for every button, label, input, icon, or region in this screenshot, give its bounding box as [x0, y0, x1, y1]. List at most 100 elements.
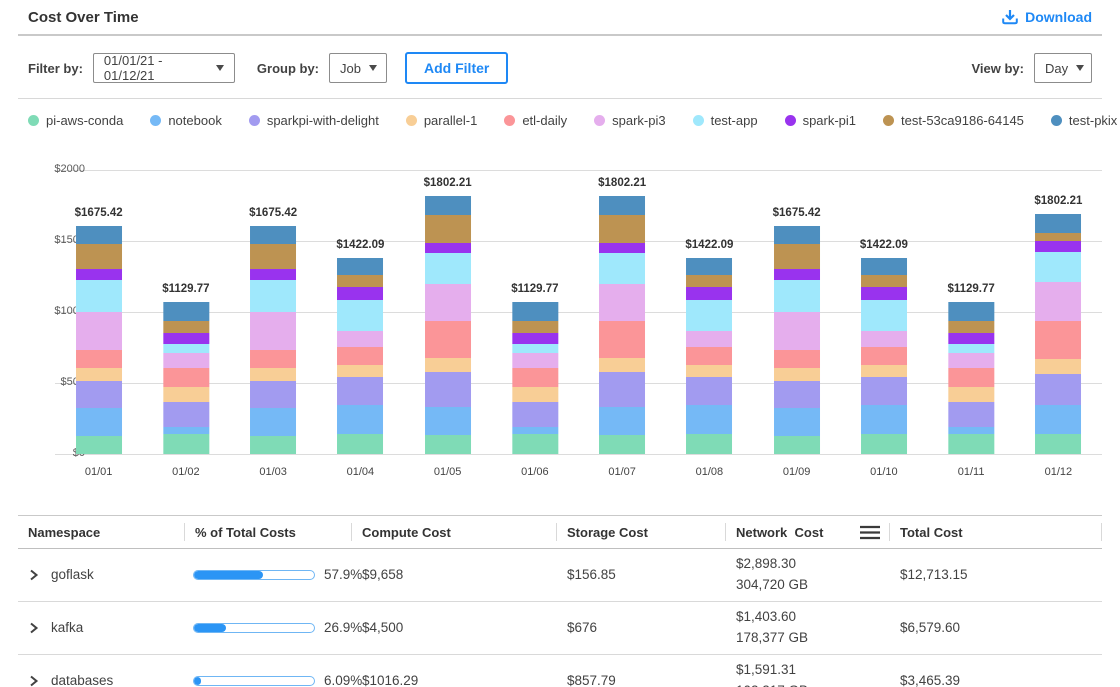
legend-item-notebook[interactable]: notebook	[150, 113, 222, 128]
bar-segment-test-pkix[interactable]	[948, 302, 994, 321]
chevron-right-icon[interactable]	[28, 622, 39, 634]
bar-segment-parallel-1[interactable]	[163, 387, 209, 402]
bar-segment-pi-aws-conda[interactable]	[250, 436, 296, 454]
bar-segment-spark-pi3[interactable]	[76, 312, 122, 350]
bar-segment-spark-pi1[interactable]	[76, 269, 122, 280]
bar-segment-notebook[interactable]	[512, 427, 558, 434]
bar-segment-test-app[interactable]	[599, 253, 645, 284]
legend-item-parallel-1[interactable]: parallel-1	[406, 113, 477, 128]
bar-segment-notebook[interactable]	[686, 405, 732, 434]
download-button[interactable]: Download	[1002, 9, 1092, 25]
bar-segment-parallel-1[interactable]	[948, 387, 994, 402]
bar-segment-parallel-1[interactable]	[599, 358, 645, 371]
chevron-right-icon[interactable]	[28, 675, 39, 687]
bar-segment-pi-aws-conda[interactable]	[163, 434, 209, 454]
legend-item-test-app[interactable]: test-app	[693, 113, 758, 128]
bar-segment-test-app[interactable]	[337, 300, 383, 331]
bar-segment-test-app[interactable]	[686, 300, 732, 331]
bar-segment-test-app[interactable]	[1035, 252, 1081, 282]
bar-segment-parallel-1[interactable]	[76, 368, 122, 380]
bar-segment-test-pkix[interactable]	[861, 258, 907, 275]
bar-segment-test-53ca9186-64145[interactable]	[512, 321, 558, 333]
bar-segment-spark-pi3[interactable]	[250, 312, 296, 350]
bar-segment-notebook[interactable]	[599, 407, 645, 435]
bar-segment-etl-daily[interactable]	[163, 368, 209, 388]
bar-segment-sparkpi-with-delight[interactable]	[512, 402, 558, 426]
bar-segment-spark-pi1[interactable]	[425, 243, 471, 253]
bar-segment-spark-pi1[interactable]	[1035, 241, 1081, 252]
bar-segment-spark-pi1[interactable]	[686, 287, 732, 299]
bar-segment-notebook[interactable]	[337, 405, 383, 434]
bar-segment-test-pkix[interactable]	[250, 226, 296, 244]
bar-segment-parallel-1[interactable]	[512, 387, 558, 402]
column-header-storage-cost[interactable]: Storage Cost	[557, 516, 726, 548]
legend-item-pi-aws-conda[interactable]: pi-aws-conda	[28, 113, 123, 128]
bar-segment-test-app[interactable]	[948, 344, 994, 353]
add-filter-button[interactable]: Add Filter	[405, 52, 508, 84]
bar-segment-spark-pi1[interactable]	[861, 287, 907, 299]
bar-segment-pi-aws-conda[interactable]	[1035, 434, 1081, 454]
bar-segment-spark-pi3[interactable]	[861, 331, 907, 347]
legend-item-test-53ca9186-64145[interactable]: test-53ca9186-64145	[883, 113, 1024, 128]
bar-segment-sparkpi-with-delight[interactable]	[774, 381, 820, 409]
bar-segment-etl-daily[interactable]	[599, 321, 645, 358]
bar-segment-spark-pi3[interactable]	[512, 353, 558, 368]
bar-segment-pi-aws-conda[interactable]	[512, 434, 558, 454]
bar-segment-sparkpi-with-delight[interactable]	[861, 377, 907, 405]
chevron-right-icon[interactable]	[28, 569, 39, 581]
bar-segment-test-app[interactable]	[512, 344, 558, 353]
bar-segment-sparkpi-with-delight[interactable]	[948, 402, 994, 426]
bar-segment-parallel-1[interactable]	[861, 365, 907, 377]
bar-segment-spark-pi3[interactable]	[163, 353, 209, 368]
bar-segment-parallel-1[interactable]	[1035, 359, 1081, 375]
bar-segment-parallel-1[interactable]	[425, 358, 471, 371]
column-header-compute-cost[interactable]: Compute Cost	[352, 516, 557, 548]
bar-segment-test-app[interactable]	[76, 280, 122, 312]
column-header-total-cost[interactable]: Total Cost	[890, 516, 1102, 548]
bar-segment-test-pkix[interactable]	[163, 302, 209, 321]
bar-segment-test-pkix[interactable]	[76, 226, 122, 244]
legend-item-test-pkix[interactable]: test-pkix	[1051, 113, 1117, 128]
bar-segment-test-53ca9186-64145[interactable]	[1035, 233, 1081, 241]
bar-segment-parallel-1[interactable]	[337, 365, 383, 377]
bar-segment-notebook[interactable]	[1035, 405, 1081, 433]
bar-segment-pi-aws-conda[interactable]	[861, 434, 907, 454]
bar-segment-etl-daily[interactable]	[250, 350, 296, 368]
bar-segment-test-app[interactable]	[425, 253, 471, 284]
bar-segment-pi-aws-conda[interactable]	[599, 435, 645, 454]
legend-item-spark-pi1[interactable]: spark-pi1	[785, 113, 856, 128]
bar-segment-test-53ca9186-64145[interactable]	[250, 244, 296, 269]
bar-segment-etl-daily[interactable]	[512, 368, 558, 388]
bar-segment-spark-pi1[interactable]	[250, 269, 296, 280]
bar-segment-notebook[interactable]	[163, 427, 209, 434]
bar-segment-test-pkix[interactable]	[774, 226, 820, 244]
bar-segment-spark-pi3[interactable]	[774, 312, 820, 350]
bar-segment-test-app[interactable]	[861, 300, 907, 331]
bar-segment-test-pkix[interactable]	[425, 196, 471, 215]
bar-segment-test-pkix[interactable]	[512, 302, 558, 321]
legend-item-spark-pi3[interactable]: spark-pi3	[594, 113, 665, 128]
bar-segment-spark-pi3[interactable]	[337, 331, 383, 347]
bar-segment-notebook[interactable]	[76, 408, 122, 436]
bar-segment-test-app[interactable]	[163, 344, 209, 353]
bar-segment-spark-pi3[interactable]	[425, 284, 471, 322]
bar-segment-sparkpi-with-delight[interactable]	[686, 377, 732, 405]
bar-segment-etl-daily[interactable]	[861, 347, 907, 365]
bar-segment-parallel-1[interactable]	[686, 365, 732, 377]
bar-segment-spark-pi1[interactable]	[337, 287, 383, 299]
bar-segment-sparkpi-with-delight[interactable]	[1035, 374, 1081, 405]
bar-segment-etl-daily[interactable]	[686, 347, 732, 365]
bar-segment-spark-pi3[interactable]	[599, 284, 645, 322]
bar-segment-etl-daily[interactable]	[1035, 321, 1081, 359]
bar-segment-pi-aws-conda[interactable]	[337, 434, 383, 454]
bar-segment-etl-daily[interactable]	[774, 350, 820, 368]
bar-segment-pi-aws-conda[interactable]	[76, 436, 122, 454]
bar-segment-etl-daily[interactable]	[425, 321, 471, 358]
bar-segment-pi-aws-conda[interactable]	[686, 434, 732, 454]
bar-segment-test-53ca9186-64145[interactable]	[599, 215, 645, 243]
group-by-select[interactable]: Job	[329, 53, 387, 83]
bar-segment-etl-daily[interactable]	[76, 350, 122, 368]
bar-segment-test-53ca9186-64145[interactable]	[774, 244, 820, 269]
bar-segment-pi-aws-conda[interactable]	[774, 436, 820, 454]
bar-segment-spark-pi1[interactable]	[599, 243, 645, 253]
